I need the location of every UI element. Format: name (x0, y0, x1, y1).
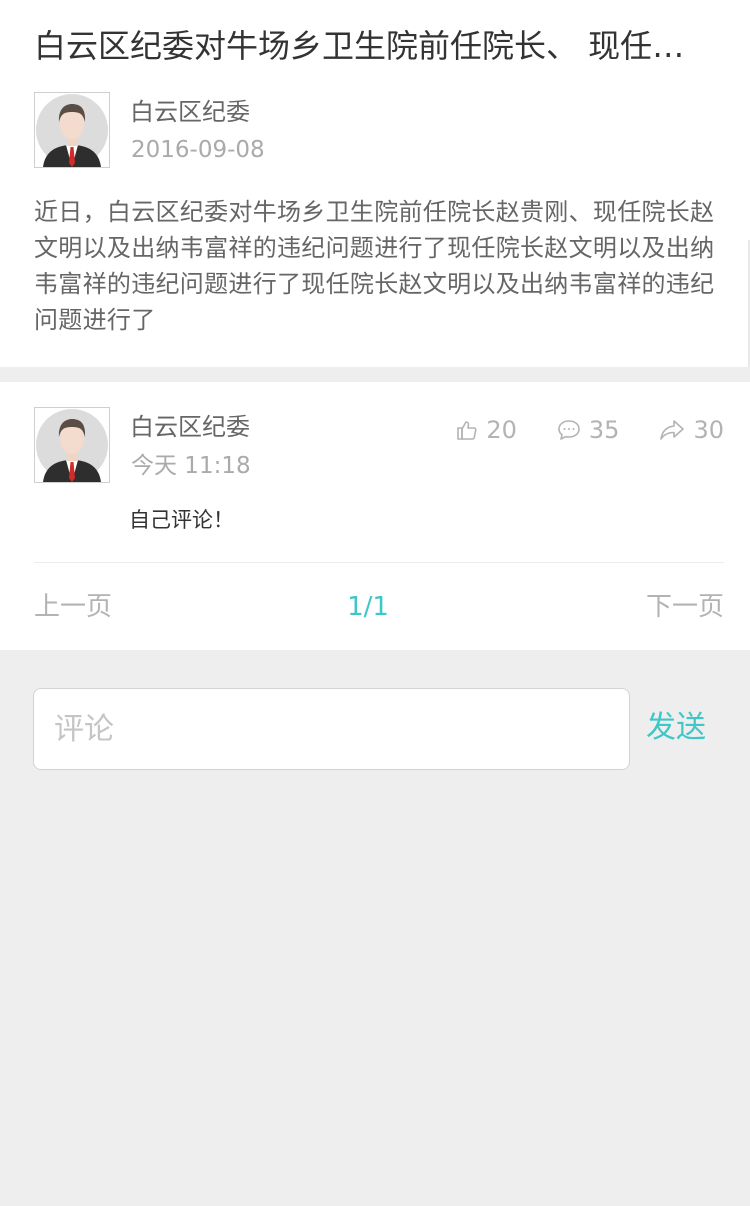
comment-author-avatar[interactable] (34, 407, 110, 483)
post-title[interactable]: 白云区纪委对牛场乡卫生院前任院长、 现任院长赵贵刚以及出纳韦富祥的违纪问题进行了… (34, 24, 714, 68)
comment-input[interactable] (33, 688, 630, 770)
like-count: 20 (486, 416, 517, 444)
comment-stats: 20 35 30 (456, 413, 724, 447)
next-page-button[interactable]: 下一页 (646, 587, 724, 627)
like-button[interactable]: 20 (456, 413, 517, 447)
post-summary: 近日，白云区纪委对牛场乡卫生院前任院长赵贵刚、现任院长赵文明以及出纳韦富祥的违纪… (34, 198, 715, 334)
person-avatar-icon (36, 94, 108, 167)
post-author-name[interactable]: 白云区纪委 (130, 97, 250, 127)
reply-count: 35 (588, 416, 620, 444)
comment-time: 今天 11:18 (131, 453, 251, 479)
share-count: 30 (693, 416, 724, 444)
reply-button[interactable]: 35 (557, 413, 620, 447)
pager-divider (34, 562, 724, 563)
share-arrow-icon (660, 420, 685, 440)
share-button[interactable]: 30 (659, 413, 724, 447)
person-avatar-icon (36, 409, 108, 482)
post-author-avatar[interactable] (34, 92, 110, 168)
comment-text: 自己评论！ (129, 508, 234, 532)
page-indicator: 1/1 (347, 592, 389, 622)
post-date: 2016-09-08 (131, 137, 265, 163)
comment-author-name[interactable]: 白云区纪委 (130, 412, 250, 442)
post-card: 白云区纪委对牛场乡卫生院前任院长、 现任院长赵贵刚以及出纳韦富祥的违纪问题进行了… (0, 0, 750, 367)
send-button[interactable]: 发送 (646, 708, 706, 748)
thumbs-up-icon (457, 421, 477, 440)
comment-card: 白云区纪委 今天 11:18 20 35 30 自己评论！ 上一页 1/1 下一… (0, 382, 750, 650)
chat-bubble-icon (558, 420, 580, 440)
